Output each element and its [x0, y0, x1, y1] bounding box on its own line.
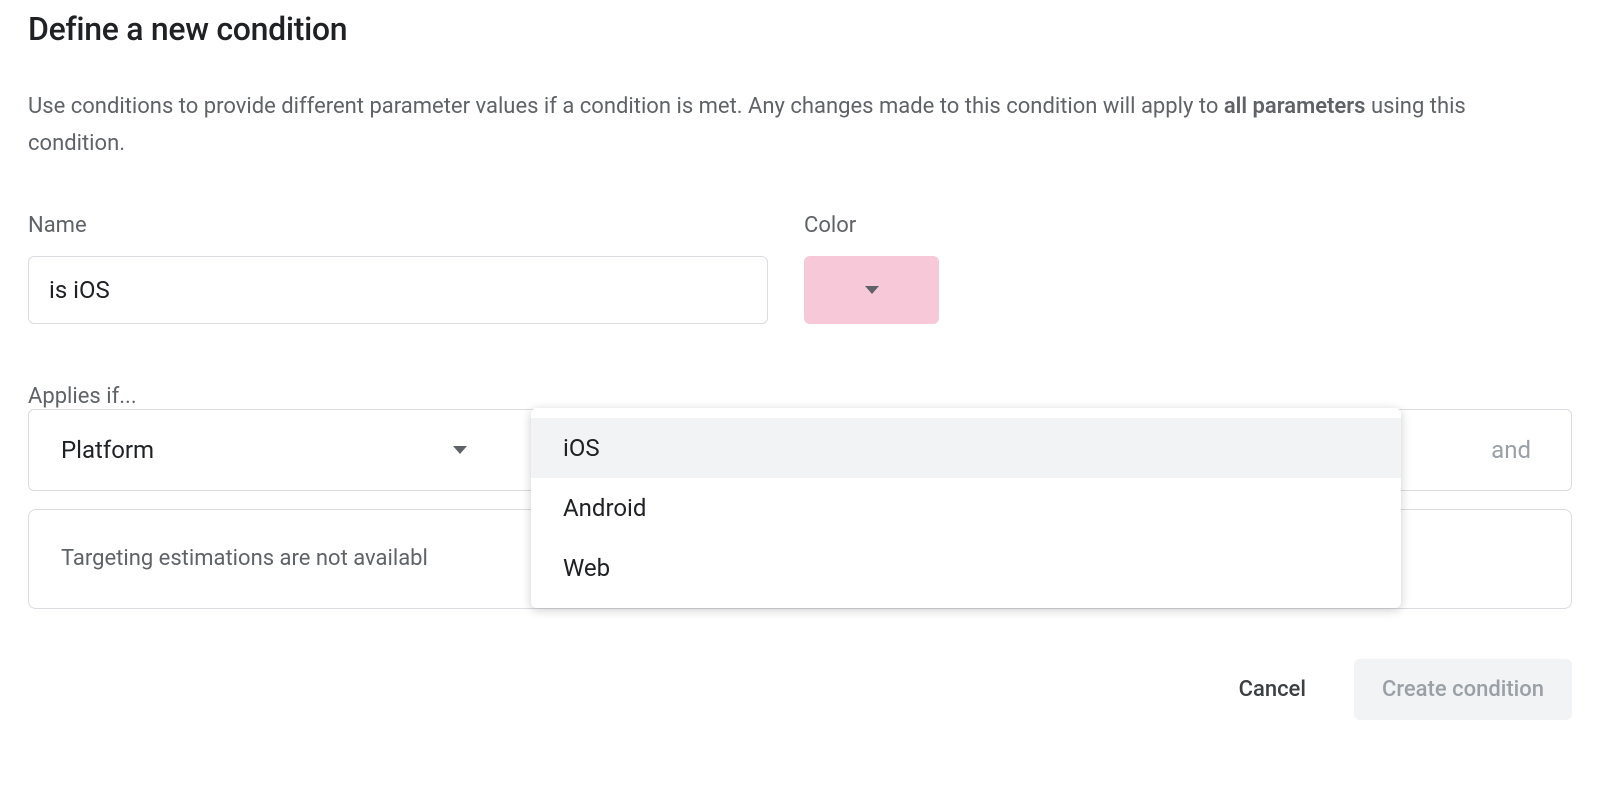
condition-row: Platform and iOS Android Web	[28, 409, 1572, 491]
color-field-group: Color	[804, 213, 939, 324]
cancel-button[interactable]: Cancel	[1219, 665, 1326, 714]
color-label: Color	[804, 213, 939, 238]
chevron-down-icon	[865, 286, 879, 294]
name-label: Name	[28, 213, 768, 238]
dialog-footer: Cancel Create condition	[28, 659, 1572, 720]
and-label: and	[1491, 436, 1531, 464]
name-field-group: Name	[28, 213, 768, 324]
chevron-down-icon	[453, 446, 467, 454]
applies-section: Applies if... Platform and iOS Android W…	[28, 384, 1572, 609]
condition-type-select[interactable]: Platform	[29, 410, 499, 490]
dropdown-item-android[interactable]: Android	[531, 478, 1401, 538]
applies-label: Applies if...	[28, 384, 137, 409]
dropdown-item-web[interactable]: Web	[531, 538, 1401, 598]
dropdown-item-ios[interactable]: iOS	[531, 418, 1401, 478]
color-picker-button[interactable]	[804, 256, 939, 324]
name-input[interactable]	[28, 256, 768, 324]
create-condition-button[interactable]: Create condition	[1354, 659, 1572, 720]
description-bold: all parameters	[1224, 94, 1366, 119]
condition-type-value: Platform	[61, 436, 154, 464]
dialog-description: Use conditions to provide different para…	[28, 88, 1468, 163]
estimation-text: Targeting estimations are not availabl	[61, 546, 428, 571]
description-prefix: Use conditions to provide different para…	[28, 94, 1224, 119]
platform-dropdown-menu: iOS Android Web	[531, 408, 1401, 608]
dialog-title: Define a new condition	[28, 10, 1572, 48]
